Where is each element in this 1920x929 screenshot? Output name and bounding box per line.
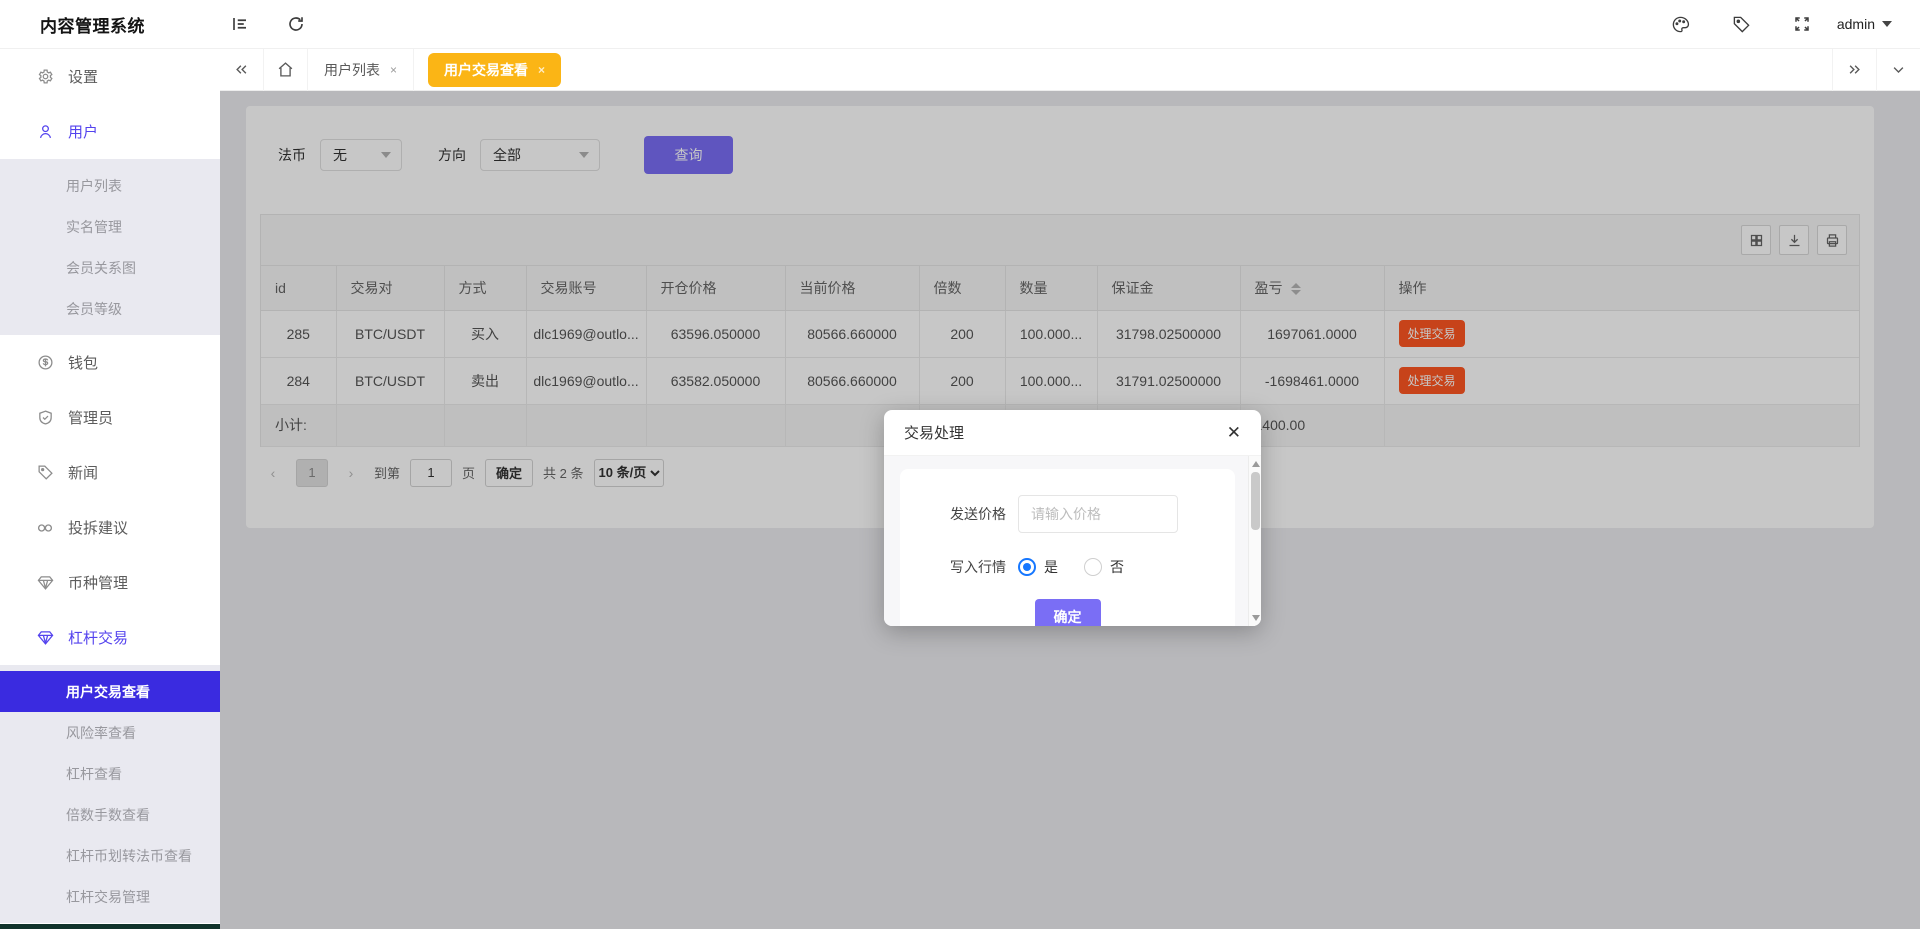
user-menu[interactable]: admin	[1837, 16, 1892, 32]
sidebar-item-settings[interactable]: 设置	[0, 49, 220, 104]
dollar-icon	[36, 354, 54, 372]
close-icon[interactable]: ×	[390, 63, 397, 77]
modal-header: 交易处理 ✕	[884, 410, 1261, 456]
close-icon[interactable]: ✕	[1227, 424, 1241, 441]
submenu-leverage: 用户交易查看 风险率查看 杠杆查看 倍数手数查看 杠杆币划转法币查看 杠杆交易管…	[0, 665, 220, 923]
radio-dot-icon	[1018, 558, 1036, 576]
sidebar-item-label: 新闻	[68, 462, 98, 483]
chevron-down-icon	[1891, 62, 1906, 77]
sidebar-subitem-leverage-view[interactable]: 杠杆查看	[0, 753, 220, 794]
sidebar-item-label: 钱包	[68, 352, 98, 373]
sidebar-item-label: 投拆建议	[68, 517, 128, 538]
sidebar: 设置 用户 用户列表 实名管理 会员关系图 会员等级 钱包 管理员	[0, 49, 220, 929]
tab-user-trades[interactable]: 用户交易查看 ×	[428, 53, 561, 87]
link-icon	[36, 519, 54, 537]
price-form-row: 发送价格	[900, 495, 1235, 533]
sidebar-subitem-user-trades[interactable]: 用户交易查看	[0, 671, 220, 712]
app-title: 内容管理系统	[0, 12, 220, 37]
caret-down-icon	[1882, 21, 1892, 27]
close-icon[interactable]: ×	[538, 63, 545, 77]
sidebar-item-news[interactable]: 新闻	[0, 445, 220, 500]
tab-user-list[interactable]: 用户列表 ×	[308, 49, 414, 91]
user-icon	[36, 123, 54, 141]
scrollbar-thumb[interactable]	[1251, 472, 1260, 530]
modal-title: 交易处理	[904, 422, 964, 443]
shield-check-icon	[36, 409, 54, 427]
radio-no[interactable]: 否	[1084, 557, 1124, 577]
price-label: 发送价格	[900, 504, 1018, 524]
sidebar-bottom-strip	[0, 924, 220, 929]
user-name: admin	[1837, 16, 1875, 32]
sidebar-item-leverage[interactable]: 杠杆交易	[0, 610, 220, 665]
sidebar-item-wallet[interactable]: 钱包	[0, 335, 220, 390]
tag-icon	[1732, 15, 1751, 34]
main-content: 法币 无 方向 全部 查询	[220, 91, 1920, 929]
modal-body: 发送价格 写入行情 是 否 确定	[884, 456, 1261, 626]
tab-bar: 用户列表 × 用户交易查看 ×	[220, 49, 1920, 91]
tab-label: 用户交易查看	[444, 60, 528, 80]
sidebar-subitem-user-list[interactable]: 用户列表	[0, 165, 220, 206]
sidebar-item-coins[interactable]: 币种管理	[0, 555, 220, 610]
modal-scrollbar[interactable]	[1248, 456, 1261, 626]
scroll-up-icon[interactable]	[1249, 458, 1261, 470]
chevrons-right-icon	[1847, 62, 1862, 77]
refresh-button[interactable]	[276, 0, 316, 48]
palette-icon	[1671, 15, 1690, 34]
sidebar-item-label: 用户	[68, 121, 98, 142]
sidebar-subitem-multiple-lots[interactable]: 倍数手数查看	[0, 794, 220, 835]
price-input[interactable]	[1018, 495, 1178, 533]
submenu-users: 用户列表 实名管理 会员关系图 会员等级	[0, 159, 220, 335]
tag-button[interactable]	[1732, 15, 1751, 34]
sidebar-subitem-member-graph[interactable]: 会员关系图	[0, 247, 220, 288]
fullscreen-button[interactable]	[1793, 15, 1811, 33]
tab-home-button[interactable]	[264, 49, 308, 91]
sidebar-item-admins[interactable]: 管理员	[0, 390, 220, 445]
trade-process-modal: 交易处理 ✕ 发送价格 写入行情 是	[884, 410, 1261, 626]
sidebar-item-label: 设置	[68, 66, 98, 87]
sidebar-item-label: 管理员	[68, 407, 113, 428]
tabs-scroll-left-button[interactable]	[220, 49, 264, 91]
tabs-scroll-right-button[interactable]	[1832, 49, 1876, 91]
radio-no-label: 否	[1110, 557, 1124, 577]
market-label: 写入行情	[900, 557, 1018, 577]
chevrons-left-icon	[234, 62, 249, 77]
fullscreen-icon	[1793, 15, 1811, 33]
radio-dot-icon	[1084, 558, 1102, 576]
scroll-down-icon[interactable]	[1249, 612, 1261, 624]
sidebar-item-users[interactable]: 用户	[0, 104, 220, 159]
tabs-menu-button[interactable]	[1876, 49, 1920, 91]
modal-confirm-button[interactable]: 确定	[1035, 599, 1101, 626]
modal-form-panel: 发送价格 写入行情 是 否 确定	[900, 469, 1235, 626]
gear-icon	[36, 68, 54, 86]
home-icon	[277, 61, 294, 78]
shrink-icon	[231, 15, 249, 33]
market-form-row: 写入行情 是 否	[900, 557, 1235, 577]
theme-button[interactable]	[1671, 15, 1690, 34]
radio-yes[interactable]: 是	[1018, 557, 1058, 577]
app-header: 内容管理系统	[0, 0, 1920, 49]
radio-yes-label: 是	[1044, 557, 1058, 577]
refresh-icon	[287, 15, 305, 33]
sidebar-subitem-member-level[interactable]: 会员等级	[0, 288, 220, 329]
sidebar-item-label: 币种管理	[68, 572, 128, 593]
tab-label: 用户列表	[324, 60, 380, 80]
gem-icon	[36, 574, 54, 592]
sidebar-subitem-realname[interactable]: 实名管理	[0, 206, 220, 247]
sidebar-item-label: 杠杆交易	[68, 627, 128, 648]
sidebar-subitem-transfer-view[interactable]: 杠杆币划转法币查看	[0, 835, 220, 876]
collapse-sidebar-button[interactable]	[220, 0, 260, 48]
sidebar-item-feedback[interactable]: 投拆建议	[0, 500, 220, 555]
tag-icon	[36, 464, 54, 482]
gem-icon	[36, 629, 54, 647]
sidebar-subitem-leverage-manage[interactable]: 杠杆交易管理	[0, 876, 220, 917]
sidebar-subitem-risk-rate[interactable]: 风险率查看	[0, 712, 220, 753]
